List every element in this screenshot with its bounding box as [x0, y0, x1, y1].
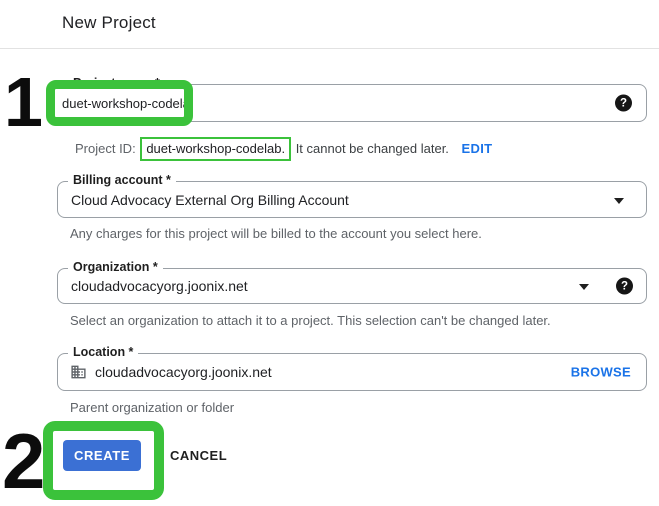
cancel-button[interactable]: CANCEL: [170, 448, 227, 463]
help-icon[interactable]: ?: [615, 95, 632, 112]
browse-button[interactable]: BROWSE: [571, 365, 631, 380]
header-divider: [0, 48, 659, 49]
location-value: cloudadvocacyorg.joonix.net: [95, 364, 272, 380]
help-icon-glyph: ?: [621, 280, 628, 292]
billing-helper-text: Any charges for this project will be bil…: [70, 226, 482, 241]
project-id-value-highlighted: duet-workshop-codelab.: [140, 137, 291, 161]
location-helper-text: Parent organization or folder: [70, 400, 234, 415]
help-icon-glyph: ?: [620, 97, 627, 109]
billing-account-select[interactable]: Billing account * Cloud Advocacy Externa…: [57, 181, 647, 218]
organization-building-icon: [70, 364, 87, 381]
organization-helper-text: Select an organization to attach it to a…: [70, 313, 551, 328]
location-field[interactable]: Location * cloudadvocacyorg.joonix.net B…: [57, 353, 647, 391]
project-id-prefix: Project ID:: [75, 141, 136, 156]
annotation-highlight-box-1: duet-workshop-codelab: [46, 80, 193, 126]
new-project-dialog: New Project Project name * ? Project ID:…: [0, 0, 659, 506]
help-icon[interactable]: ?: [616, 278, 633, 295]
organization-select[interactable]: Organization * cloudadvocacyorg.joonix.n…: [57, 268, 647, 304]
annotation-step-1-number: 1: [4, 67, 43, 137]
chevron-down-icon: [579, 284, 589, 290]
organization-label: Organization *: [68, 260, 163, 274]
create-button[interactable]: CREATE: [63, 440, 141, 471]
location-label: Location *: [68, 345, 138, 359]
annotation-step-2-number: 2: [2, 422, 45, 500]
edit-button[interactable]: EDIT: [462, 141, 493, 156]
billing-account-label: Billing account *: [68, 173, 176, 187]
chevron-down-icon: [614, 198, 624, 204]
project-id-note: It cannot be changed later.: [296, 141, 449, 156]
organization-value: cloudadvocacyorg.joonix.net: [71, 278, 248, 294]
page-title: New Project: [62, 13, 156, 33]
billing-account-value: Cloud Advocacy External Org Billing Acco…: [71, 192, 349, 208]
project-id-line: Project ID: duet-workshop-codelab. It ca…: [75, 137, 492, 161]
project-name-input-value: duet-workshop-codelab: [62, 96, 193, 111]
